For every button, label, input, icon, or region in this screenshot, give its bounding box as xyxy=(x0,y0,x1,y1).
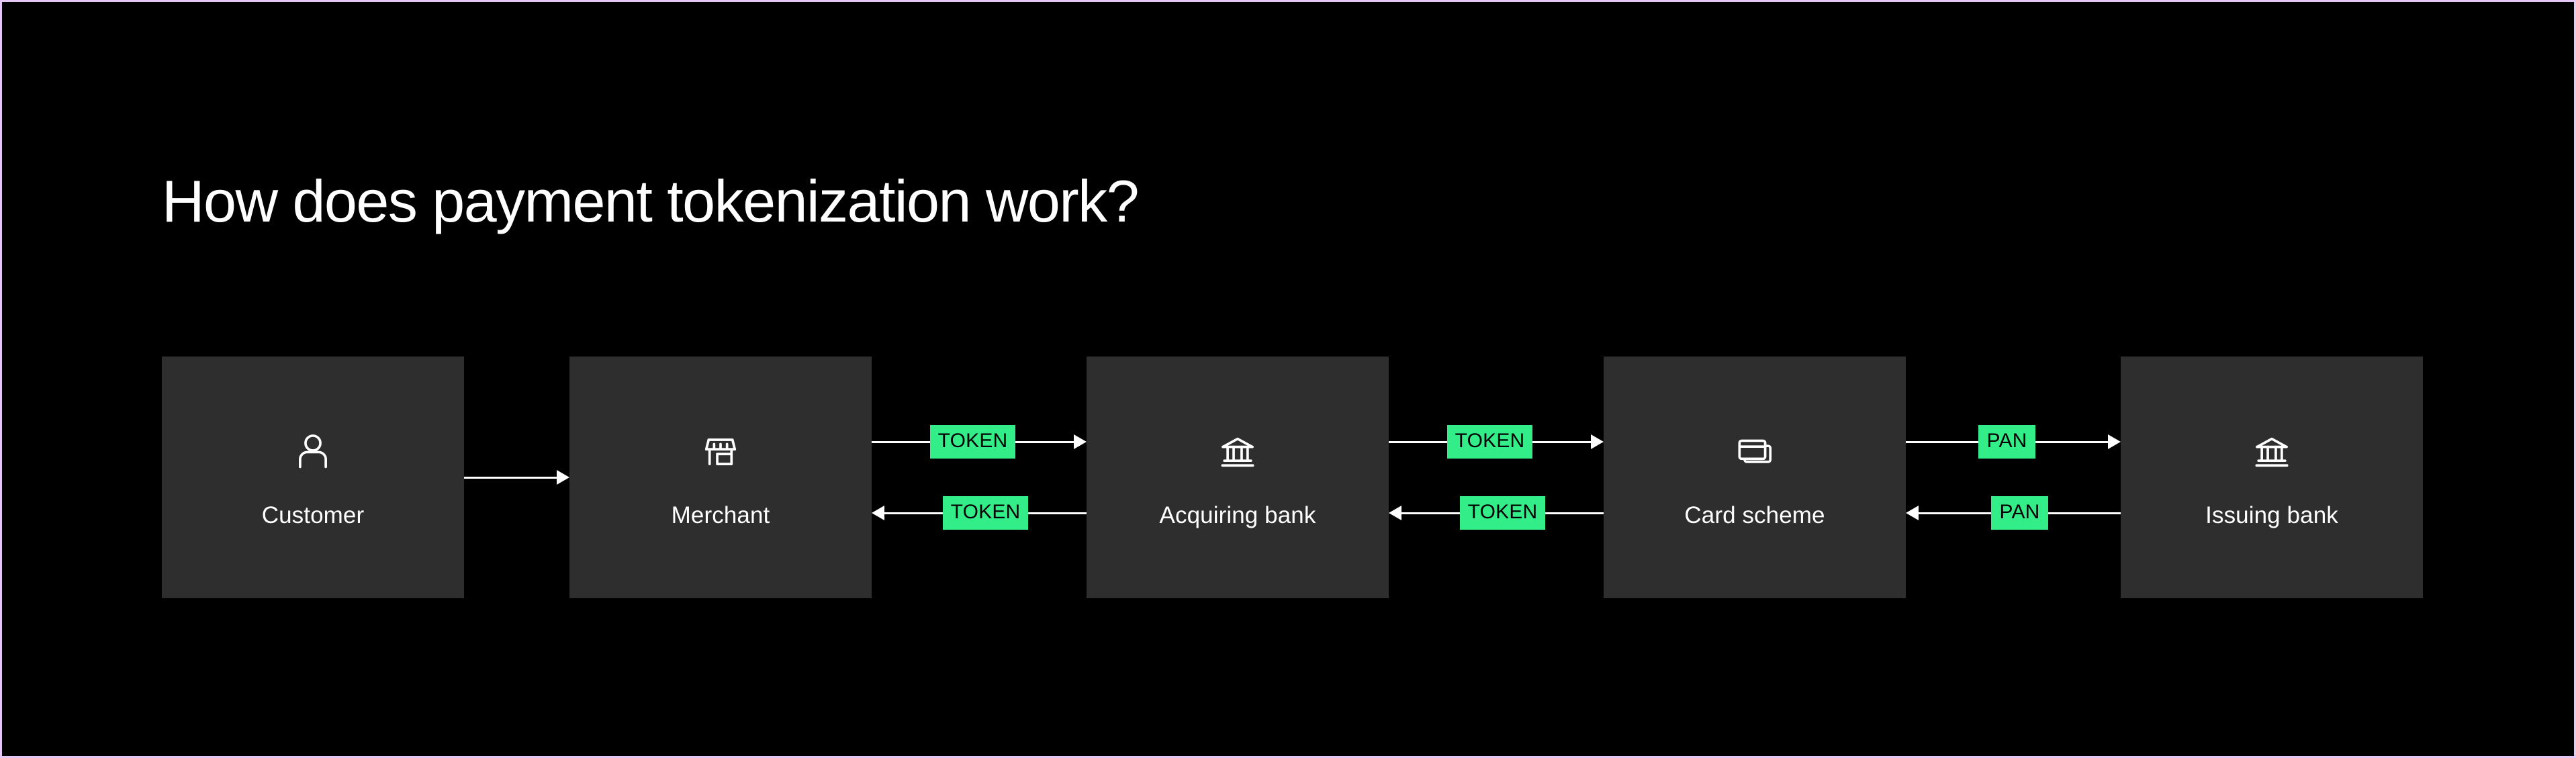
arrow-line xyxy=(1389,440,1447,443)
arrow-line xyxy=(1545,512,1604,514)
flow-badge-pan: PAN xyxy=(1978,425,2035,459)
arrowhead-left-icon xyxy=(1906,506,1919,520)
flow-arrow-right-token: TOKEN xyxy=(1389,425,1604,459)
page-root: How does payment tokenization work? Cust… xyxy=(0,0,2576,758)
storefront-icon xyxy=(698,428,743,474)
arrow-line xyxy=(1015,440,1074,443)
credit-cards-icon xyxy=(1732,428,1778,474)
page-title: How does payment tokenization work? xyxy=(162,167,1140,234)
flow-arrow-left-token: TOKEN xyxy=(1389,496,1604,530)
flow-node-label: Issuing bank xyxy=(2205,502,2338,528)
arrow-line xyxy=(1906,440,1979,443)
bank-icon xyxy=(2249,428,2295,474)
bank-icon xyxy=(1215,428,1260,474)
arrowhead-right-icon xyxy=(1074,434,1087,449)
flow-node-issuing-bank: Issuing bank xyxy=(2121,357,2423,598)
arrow-line xyxy=(884,512,943,514)
flow-arrow-left-pan: PAN xyxy=(1906,496,2121,530)
flow-node-label: Card scheme xyxy=(1684,502,1825,528)
flow-badge-token: TOKEN xyxy=(1446,425,1533,459)
connector-merchant-acquiring-bank: TOKEN TOKEN xyxy=(872,357,1087,598)
flow-node-label: Merchant xyxy=(671,502,770,528)
arrowhead-right-icon xyxy=(557,470,569,485)
arrow-line xyxy=(1028,512,1087,514)
flow-arrow-left-token: TOKEN xyxy=(872,496,1087,530)
flow-node-customer: Customer xyxy=(162,357,464,598)
arrow-line xyxy=(2035,440,2108,443)
arrowhead-left-icon xyxy=(1389,506,1401,520)
flow-badge-token: TOKEN xyxy=(1459,496,1546,530)
connector-acquiring-bank-card-scheme: TOKEN TOKEN xyxy=(1389,357,1604,598)
connector-customer-merchant xyxy=(464,357,569,598)
tokenization-flow-diagram: Customer Merchant TOKEN TOKEN Acquiring … xyxy=(162,357,2423,598)
flow-node-label: Customer xyxy=(261,502,365,528)
arrowhead-left-icon xyxy=(872,506,884,520)
flow-arrow-right-pan: PAN xyxy=(1906,425,2121,459)
flow-arrow-right xyxy=(464,462,569,493)
flow-node-acquiring-bank: Acquiring bank xyxy=(1087,357,1389,598)
person-icon xyxy=(290,428,336,474)
arrow-line xyxy=(1919,512,1992,514)
arrow-line xyxy=(872,440,930,443)
flow-node-merchant: Merchant xyxy=(569,357,872,598)
arrow-line xyxy=(2048,512,2121,514)
flow-node-label: Acquiring bank xyxy=(1159,502,1316,528)
flow-node-card-scheme: Card scheme xyxy=(1604,357,1906,598)
arrowhead-right-icon xyxy=(1591,434,1604,449)
arrow-line xyxy=(464,476,557,479)
flow-arrow-right-token: TOKEN xyxy=(872,425,1087,459)
connector-card-scheme-issuing-bank: PAN PAN xyxy=(1906,357,2121,598)
flow-badge-token: TOKEN xyxy=(942,496,1029,530)
arrow-line xyxy=(1401,512,1460,514)
arrowhead-right-icon xyxy=(2108,434,2121,449)
flow-badge-token: TOKEN xyxy=(929,425,1016,459)
arrow-line xyxy=(1532,440,1591,443)
flow-badge-pan: PAN xyxy=(1991,496,2048,530)
